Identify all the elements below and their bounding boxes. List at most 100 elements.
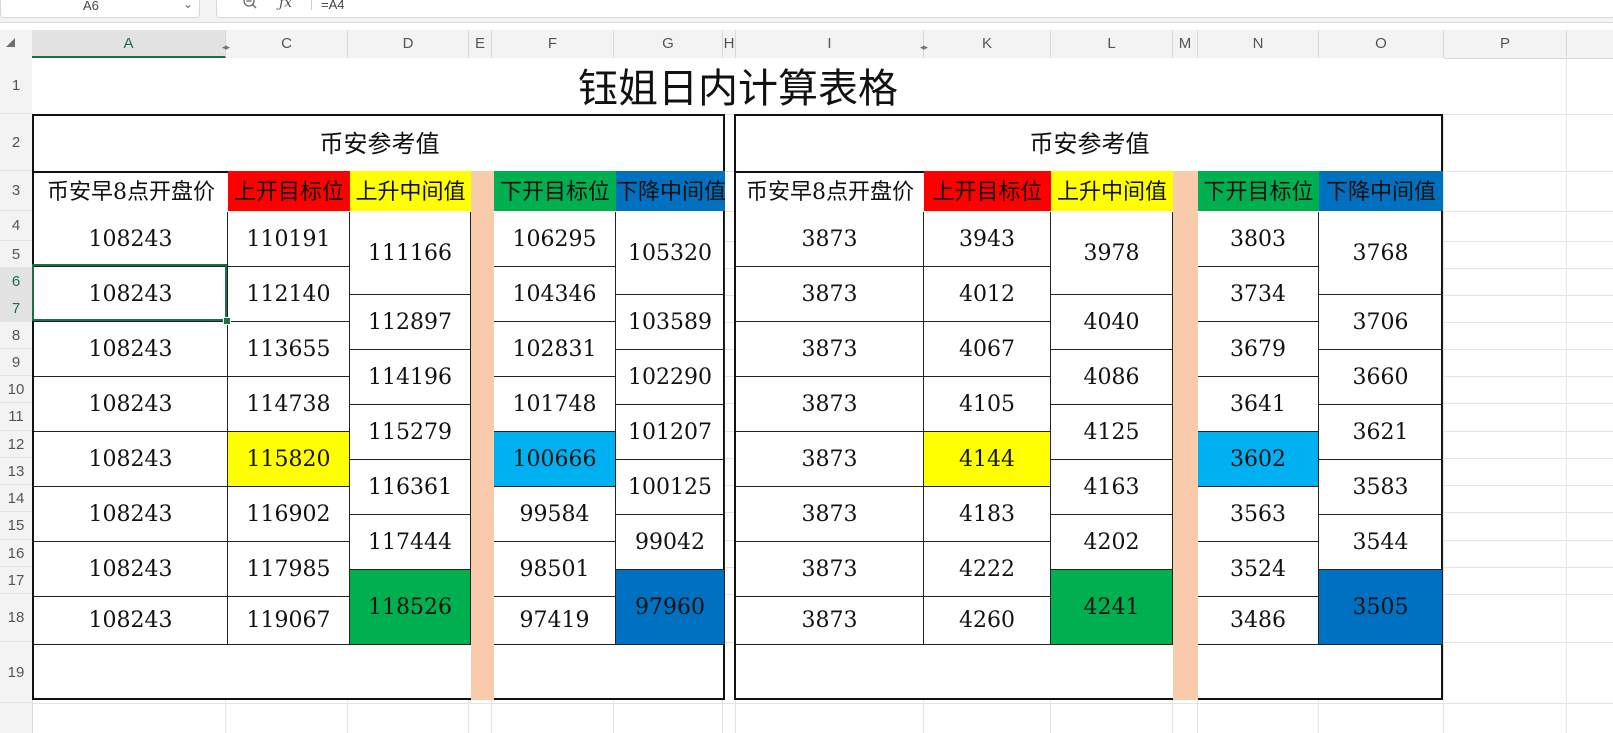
row-header-2[interactable]: 2 [0, 114, 32, 171]
sheet-title[interactable]: 钰姐日内计算表格 [32, 58, 1444, 114]
header-down-mid[interactable]: 下降中间值 [616, 171, 725, 211]
cell-up-target[interactable]: 112140 [228, 267, 350, 322]
header-down-target[interactable]: 下开目标位 [494, 171, 616, 211]
cell-down-mid[interactable]: 3768 [1319, 212, 1443, 295]
cell-up-mid[interactable]: 4086 [1051, 350, 1173, 405]
cell-up-target[interactable]: 115820 [228, 432, 350, 487]
cell-up-target[interactable]: 3943 [924, 212, 1051, 267]
cell-open[interactable]: 3873 [736, 377, 924, 432]
cell-open[interactable]: 3873 [736, 597, 924, 645]
column-header-d[interactable]: D [348, 30, 469, 58]
header-open[interactable]: 币安早8点开盘价 [736, 171, 924, 211]
cell-down-target[interactable]: 104346 [494, 267, 616, 322]
cell-down-mid[interactable]: 103589 [616, 295, 725, 350]
row-header-16[interactable]: 16 [0, 540, 32, 567]
column-header-l[interactable]: L [1051, 30, 1173, 58]
function-icon[interactable]: ƒx [279, 0, 292, 11]
cell-up-target[interactable]: 113655 [228, 322, 350, 377]
cell-down-target[interactable]: 102831 [494, 322, 616, 377]
cell-open[interactable]: 3873 [736, 267, 924, 322]
cell-down-mid[interactable]: 99042 [616, 515, 725, 570]
row-header-3[interactable]: 3 [0, 171, 32, 211]
cell-up-mid[interactable]: 114196 [350, 350, 471, 405]
cell-down-target[interactable]: 101748 [494, 377, 616, 432]
column-header-c[interactable]: C [226, 30, 348, 58]
column-header-f[interactable]: F [492, 30, 614, 58]
row-header-9[interactable]: 9 [0, 349, 32, 376]
header-open[interactable]: 币安早8点开盘价 [34, 171, 228, 211]
cell-down-mid[interactable]: 3544 [1319, 515, 1443, 570]
row-header-7[interactable]: 7 [0, 295, 32, 322]
cell-down-mid[interactable]: 3505 [1319, 570, 1443, 645]
cell-down-mid[interactable]: 97960 [616, 570, 725, 645]
cell-open[interactable]: 108243 [34, 487, 228, 542]
cell-down-target[interactable]: 3524 [1198, 542, 1319, 597]
header-up-target[interactable]: 上开目标位 [228, 171, 350, 211]
column-header-m[interactable]: M [1173, 30, 1198, 58]
cell-up-target[interactable]: 117985 [228, 542, 350, 597]
cell-up-mid[interactable]: 4040 [1051, 295, 1173, 350]
section-title[interactable]: 币安参考值 [736, 116, 1443, 173]
cell-down-target[interactable]: 3803 [1198, 212, 1319, 267]
row-header-5[interactable]: 5 [0, 241, 32, 268]
column-header-n[interactable]: N [1198, 30, 1319, 58]
cell-up-target[interactable]: 4067 [924, 322, 1051, 377]
cell-down-mid[interactable]: 102290 [616, 350, 725, 405]
cell-down-mid[interactable]: 3583 [1319, 460, 1443, 515]
cell-open[interactable]: 108243 [34, 432, 228, 487]
cell-down-target[interactable]: 100666 [494, 432, 616, 487]
row-header-18[interactable]: 18 [0, 594, 32, 642]
cell-down-target[interactable]: 99584 [494, 487, 616, 542]
chevron-down-icon[interactable]: ⌄ [183, 0, 193, 11]
cell-down-mid[interactable]: 101207 [616, 405, 725, 460]
cell-up-mid[interactable]: 118526 [350, 570, 471, 645]
cell-up-mid[interactable]: 116361 [350, 460, 471, 515]
cell-up-mid[interactable]: 4202 [1051, 515, 1173, 570]
cell-up-mid[interactable]: 111166 [350, 212, 471, 295]
cell-up-mid[interactable]: 4163 [1051, 460, 1173, 515]
name-box[interactable]: A6 ⌄ [0, 0, 200, 18]
cell-down-target[interactable]: 106295 [494, 212, 616, 267]
column-header-k[interactable]: K [924, 30, 1051, 58]
row-header-15[interactable]: 15 [0, 512, 32, 540]
cell-down-mid[interactable]: 3621 [1319, 405, 1443, 460]
header-up-target[interactable]: 上开目标位 [924, 171, 1051, 211]
cell-up-target[interactable]: 119067 [228, 597, 350, 645]
column-header-o[interactable]: O [1319, 30, 1444, 58]
cell-down-target[interactable]: 3734 [1198, 267, 1319, 322]
row-header-12[interactable]: 12 [0, 431, 32, 458]
cell-up-target[interactable]: 4222 [924, 542, 1051, 597]
cell-down-target[interactable]: 97419 [494, 597, 616, 645]
hidden-column-marker-b-hidden[interactable]: ◂▸ [222, 43, 230, 53]
cell-up-mid[interactable]: 3978 [1051, 212, 1173, 295]
cell-down-target[interactable]: 3602 [1198, 432, 1319, 487]
cell-open[interactable]: 3873 [736, 322, 924, 377]
cell-up-mid[interactable]: 117444 [350, 515, 471, 570]
cell-up-target[interactable]: 116902 [228, 487, 350, 542]
cell-up-target[interactable]: 114738 [228, 377, 350, 432]
row-header-4[interactable]: 4 [0, 211, 32, 241]
cell-open[interactable]: 108243 [34, 267, 228, 322]
cell-down-mid[interactable]: 3660 [1319, 350, 1443, 405]
cell-up-target[interactable]: 4012 [924, 267, 1051, 322]
column-header-p[interactable]: P [1444, 30, 1567, 58]
cell-down-mid[interactable]: 105320 [616, 212, 725, 295]
cell-up-target[interactable]: 110191 [228, 212, 350, 267]
cell-open[interactable]: 3873 [736, 542, 924, 597]
cell-open[interactable]: 3873 [736, 487, 924, 542]
cell-open[interactable]: 108243 [34, 377, 228, 432]
row-header-10[interactable]: 10 [0, 376, 32, 403]
column-header-a[interactable]: A [32, 30, 226, 58]
row-header-14[interactable]: 14 [0, 485, 32, 512]
cell-up-mid[interactable]: 115279 [350, 405, 471, 460]
column-header-g[interactable]: G [614, 30, 723, 58]
fill-handle[interactable] [223, 317, 231, 325]
column-header-i[interactable]: I [736, 30, 924, 58]
cell-up-target[interactable]: 4105 [924, 377, 1051, 432]
row-header-13[interactable]: 13 [0, 458, 32, 485]
row-header-11[interactable]: 11 [0, 403, 32, 431]
cell-down-target[interactable]: 3679 [1198, 322, 1319, 377]
header-down-mid[interactable]: 下降中间值 [1319, 171, 1443, 211]
row-header-19[interactable]: 19 [0, 642, 32, 703]
cell-down-target[interactable]: 3486 [1198, 597, 1319, 645]
